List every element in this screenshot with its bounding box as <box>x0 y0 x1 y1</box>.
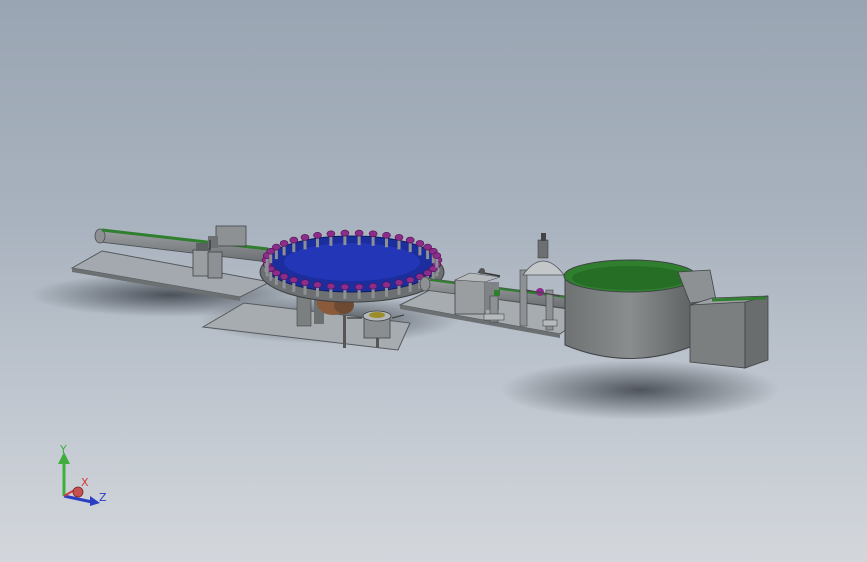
turret-holder-knob <box>382 232 391 239</box>
turret-holder-knob <box>354 229 364 237</box>
turret-holder-knob <box>405 276 415 284</box>
feeder-chute-box[interactable] <box>677 269 769 369</box>
turret-holder-knob <box>300 234 310 241</box>
turret-holder-knob <box>394 279 404 286</box>
turret-holder-knob <box>432 252 442 259</box>
turret-holder-knob <box>313 232 322 239</box>
rotary-turret[interactable] <box>259 229 445 303</box>
turret-holder-knob <box>279 240 289 247</box>
turret-holder-knob <box>340 229 350 237</box>
turret-holder-knob <box>289 276 299 284</box>
y-axis-label: Y <box>60 443 67 456</box>
turret-holder-knob <box>423 269 432 277</box>
turret-holder-knob <box>368 230 378 238</box>
vibratory-bowl-feeder[interactable] <box>563 259 697 359</box>
turret-holder-knob <box>368 282 378 290</box>
axis-triad: Y X Z <box>44 440 124 520</box>
turret-holder-knob <box>405 236 415 244</box>
turret-holder-knob <box>415 240 425 247</box>
z-axis-label: Z <box>99 491 107 504</box>
turret-holder-knob <box>340 283 350 291</box>
turret-holder-knob <box>272 243 281 251</box>
turret-holder-knob <box>313 281 322 289</box>
turret-holder-knob <box>289 236 299 244</box>
turret-holder-knob <box>279 273 289 280</box>
graphics-viewport[interactable]: Y X Z <box>0 0 867 562</box>
turret-holder-knob <box>354 283 364 291</box>
turret-holder-knob <box>382 281 391 289</box>
x-axis-label: X <box>81 476 89 489</box>
3d-model-assembly[interactable] <box>0 0 867 562</box>
capping-station[interactable] <box>454 268 505 323</box>
turret-holder-knob <box>326 230 336 238</box>
turret-holder-knob <box>300 279 310 286</box>
turret-holder-knob <box>326 282 336 290</box>
turret-holder-knob <box>394 234 404 241</box>
